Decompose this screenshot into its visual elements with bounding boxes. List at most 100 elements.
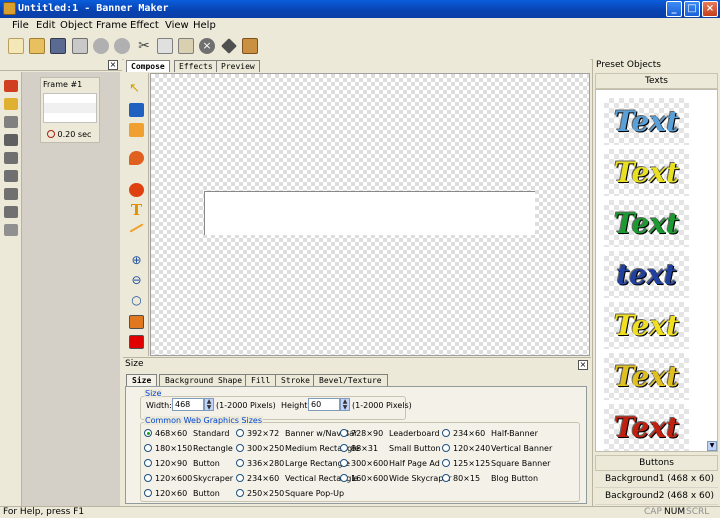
menu-help[interactable]: Help (193, 20, 216, 31)
tab-stroke[interactable]: Stroke (275, 374, 316, 386)
preset-text-thumb[interactable]: Text (604, 353, 689, 400)
delete-frame-icon[interactable] (4, 134, 18, 146)
tab-bevel-texture[interactable]: Bevel/Texture (313, 374, 388, 386)
new-icon[interactable] (8, 38, 24, 54)
background-item[interactable]: Background1 (468 x 60) (595, 472, 718, 488)
size-option[interactable]: 180×150Rectangle (144, 444, 233, 453)
size-option[interactable]: 160×600Wide Skycraper (340, 474, 452, 483)
radio-icon[interactable] (144, 444, 152, 452)
radio-icon[interactable] (340, 429, 348, 437)
close-button[interactable]: × (702, 1, 718, 17)
line-icon[interactable] (129, 223, 144, 233)
preset-text-thumb[interactable]: Text (604, 149, 689, 196)
radio-icon[interactable] (236, 459, 244, 467)
radio-icon[interactable] (144, 459, 152, 467)
radio-icon[interactable] (442, 459, 450, 467)
radio-icon[interactable] (236, 444, 244, 452)
copy-frame-icon[interactable] (4, 116, 18, 128)
background-item[interactable]: Background2 (468 x 60) (595, 489, 718, 505)
preset-text-thumb[interactable]: Text (604, 302, 689, 349)
size-option[interactable]: 120×90 Button (144, 459, 220, 468)
callout-icon[interactable] (129, 151, 144, 165)
radio-icon[interactable] (144, 474, 152, 482)
size-option[interactable]: 125×125Square Banner (442, 459, 550, 468)
buttons-section[interactable]: Buttons (595, 455, 718, 471)
texts-section[interactable]: Texts (595, 73, 718, 89)
image-icon[interactable] (129, 103, 144, 117)
radio-icon[interactable] (144, 489, 152, 497)
preset-text-thumb[interactable]: Text (604, 404, 689, 451)
rectangle-icon[interactable] (129, 123, 144, 137)
radio-icon[interactable] (236, 429, 244, 437)
tab-effects[interactable]: Effects (174, 60, 218, 72)
width-input[interactable]: 468 (172, 398, 204, 411)
fill-color-swatch[interactable] (129, 315, 144, 329)
menu-effect[interactable]: Effect (130, 20, 159, 31)
menu-frame[interactable]: Frame (96, 20, 127, 31)
tab-preview[interactable]: Preview (216, 60, 260, 72)
insert-frame-icon[interactable] (4, 98, 18, 110)
size-option[interactable]: 468×60 Standard (144, 429, 229, 438)
cube-icon[interactable] (221, 38, 237, 54)
zoom-icon[interactable]: ○ (129, 293, 144, 307)
tab-fill[interactable]: Fill (245, 374, 277, 386)
open-icon[interactable] (29, 38, 45, 54)
size-option[interactable]: 234×60 Half-Banner (442, 429, 538, 438)
radio-icon[interactable] (442, 474, 450, 482)
stroke-color-swatch[interactable] (129, 335, 144, 349)
select-arrow-icon[interactable]: ↖ (129, 82, 144, 96)
ellipse-icon[interactable] (129, 183, 144, 197)
maximize-button[interactable]: □ (684, 1, 700, 17)
menu-view[interactable]: View (165, 20, 189, 31)
radio-icon[interactable] (442, 444, 450, 452)
banner-canvas-area[interactable] (204, 191, 535, 235)
paste-icon[interactable] (178, 38, 194, 54)
print-icon[interactable] (72, 38, 88, 54)
text-tool-icon[interactable]: T (129, 203, 144, 218)
group-icon[interactable] (242, 38, 258, 54)
width-stepper[interactable]: ▲ ▼ (204, 398, 214, 411)
save-icon[interactable] (50, 38, 66, 54)
tab-compose[interactable]: Compose (126, 60, 170, 72)
menu-edit[interactable]: Edit (36, 20, 55, 31)
menu-object[interactable]: Object (60, 20, 93, 31)
redo-icon[interactable] (114, 38, 130, 54)
size-option[interactable]: 80×15 Blog Button (442, 474, 538, 483)
radio-icon[interactable] (340, 444, 348, 452)
frame-duration[interactable]: 0.20 sec (47, 130, 91, 139)
radio-icon[interactable] (144, 429, 152, 437)
move-frame-up-icon[interactable] (4, 152, 18, 164)
tab-size[interactable]: Size (126, 374, 158, 386)
frame-thumbnail[interactable]: Frame #1 0.20 sec (40, 77, 100, 143)
move-frame-down-icon[interactable] (4, 170, 18, 182)
minimize-button[interactable]: _ (666, 1, 682, 17)
frame-first-icon[interactable] (4, 188, 18, 200)
size-option[interactable]: 300×600Half Page Ad (340, 459, 440, 468)
size-option[interactable]: 336×280Large Rectangle (236, 459, 350, 468)
frame-properties-icon[interactable] (4, 224, 18, 236)
undo-icon[interactable] (93, 38, 109, 54)
size-option[interactable]: 728×90 Leaderboard (340, 429, 440, 438)
size-option[interactable]: 120×240Vertical Banner (442, 444, 552, 453)
scroll-down-icon[interactable]: ▼ (707, 441, 717, 451)
preset-text-thumb[interactable]: text (604, 251, 689, 298)
tab-background-shape[interactable]: Background Shape (159, 374, 249, 386)
height-input[interactable]: 60 (308, 398, 340, 411)
add-frame-icon[interactable] (4, 80, 18, 92)
menu-file[interactable]: File (12, 20, 29, 31)
cut-icon[interactable]: ✂ (136, 38, 152, 54)
radio-icon[interactable] (340, 474, 348, 482)
radio-icon[interactable] (340, 459, 348, 467)
zoom-in-icon[interactable]: ⊕ (129, 253, 144, 267)
frame-last-icon[interactable] (4, 206, 18, 218)
delete-icon[interactable]: × (199, 38, 215, 54)
size-option[interactable]: 120×60 Button (144, 489, 220, 498)
radio-icon[interactable] (442, 429, 450, 437)
height-stepper[interactable]: ▲ ▼ (340, 398, 350, 411)
zoom-out-icon[interactable]: ⊖ (129, 273, 144, 287)
copy-icon[interactable] (157, 38, 173, 54)
size-option[interactable]: 250×250Square Pop-Up (236, 489, 344, 498)
size-option[interactable]: 88×31 Small Button (340, 444, 441, 453)
frame-panel-close-icon[interactable]: × (108, 60, 118, 70)
radio-icon[interactable] (236, 474, 244, 482)
